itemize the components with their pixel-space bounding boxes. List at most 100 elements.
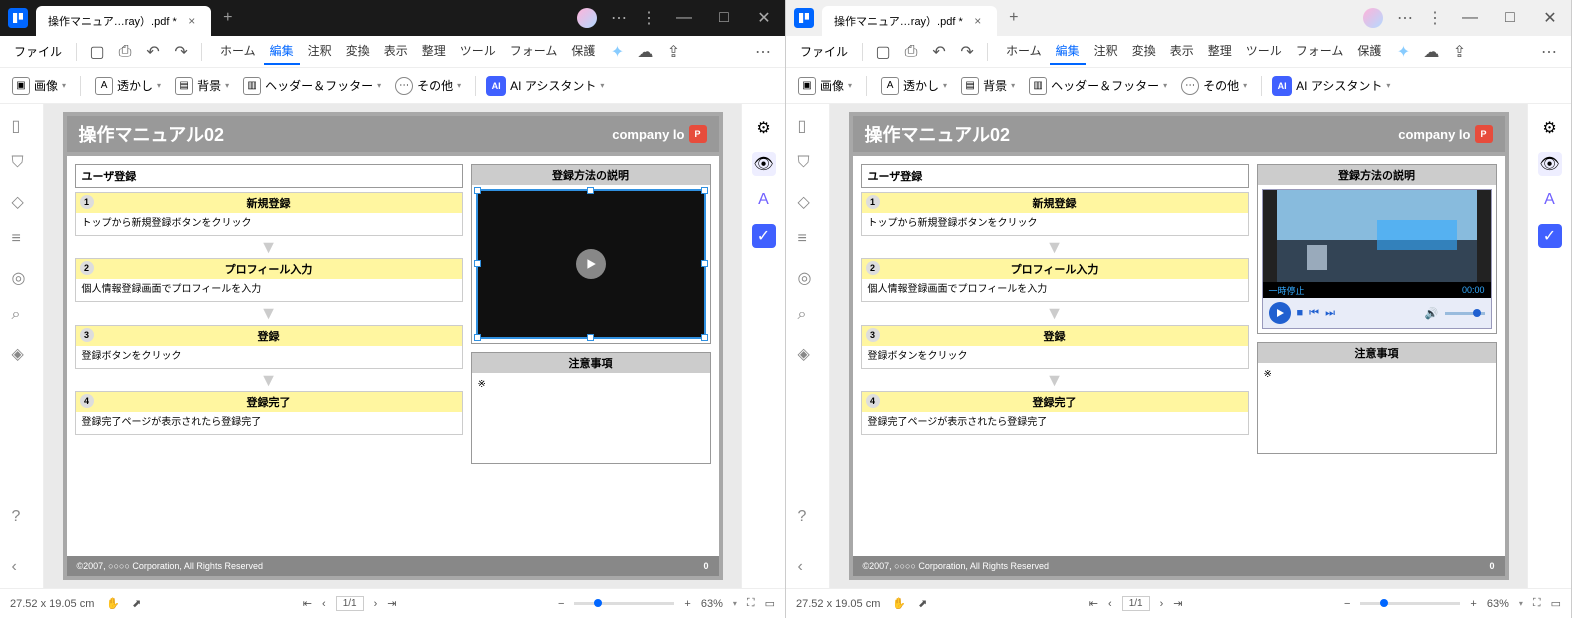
zoom-in-icon[interactable]: +	[684, 598, 690, 610]
ai-assistant-button[interactable]: AIAI アシスタント▾	[486, 76, 604, 96]
tab-edit[interactable]: 編集	[264, 38, 300, 65]
menu-overflow-icon[interactable]: ⋯	[1535, 42, 1563, 62]
watermark-tool[interactable]: A透かし▾	[877, 73, 951, 99]
close-tab-icon[interactable]: ×	[185, 14, 199, 28]
ai-assistant-button[interactable]: AIAI アシスタント▾	[1272, 76, 1390, 96]
attachment-icon[interactable]: ◎	[798, 268, 818, 288]
video-object-selected[interactable]	[476, 189, 706, 339]
close-button[interactable]: ✕	[751, 5, 777, 31]
zoom-out-icon[interactable]: −	[1344, 598, 1350, 610]
document-tab[interactable]: 操作マニュア…ray）.pdf * ×	[822, 6, 997, 36]
chat-icon[interactable]: 👁	[752, 152, 776, 176]
thumbnails-icon[interactable]: ▯	[798, 116, 818, 136]
tab-organize[interactable]: 整理	[1202, 38, 1238, 65]
select-tool-icon[interactable]: ⬈	[918, 597, 927, 610]
list-icon[interactable]: ≡	[798, 230, 818, 250]
a-icon[interactable]: A	[1538, 188, 1562, 212]
close-tab-icon[interactable]: ×	[971, 14, 985, 28]
window-menu-icon[interactable]: ⋯	[611, 8, 627, 28]
image-tool[interactable]: ▣画像▾	[8, 73, 70, 99]
menu-file[interactable]: ファイル	[8, 39, 68, 64]
tab-convert[interactable]: 変換	[340, 38, 376, 65]
minimize-button[interactable]: —	[1457, 5, 1483, 31]
bulb-icon[interactable]: ✦	[605, 40, 629, 64]
collapse-icon[interactable]: ‹	[798, 558, 818, 578]
zoom-slider[interactable]	[574, 602, 674, 605]
properties-icon[interactable]: ⚙	[752, 116, 776, 140]
minimize-button[interactable]: —	[671, 5, 697, 31]
new-tab-button[interactable]: +	[1001, 5, 1027, 31]
layers-icon[interactable]: ◈	[798, 344, 818, 364]
stop-button[interactable]: ■	[1297, 307, 1304, 319]
background-tool[interactable]: ▤背景▾	[957, 73, 1019, 99]
select-tool-icon[interactable]: ⬈	[132, 597, 141, 610]
fit-icon[interactable]: ⛶	[747, 597, 755, 610]
volume-slider[interactable]	[1445, 312, 1485, 315]
cloud-icon[interactable]: ☁	[633, 40, 657, 64]
comment-icon[interactable]: ◇	[798, 192, 818, 212]
help-icon[interactable]: ?	[12, 508, 32, 528]
bookmark-icon[interactable]: ⛉	[12, 154, 32, 174]
maximize-button[interactable]: □	[711, 5, 737, 31]
zoom-out-icon[interactable]: −	[558, 598, 564, 610]
play-button[interactable]	[1269, 302, 1291, 324]
list-icon[interactable]: ≡	[12, 230, 32, 250]
tab-annotate[interactable]: 注釈	[1088, 38, 1124, 65]
window-more-icon[interactable]: ⋮	[641, 8, 657, 28]
maximize-button[interactable]: □	[1497, 5, 1523, 31]
tab-tools[interactable]: ツール	[454, 38, 502, 65]
open-icon[interactable]: ▢	[871, 40, 895, 64]
zoom-in-icon[interactable]: +	[1470, 598, 1476, 610]
video-player[interactable]: 一時停止00:00 ■ ⏮ ⏭ 🔊	[1262, 189, 1492, 329]
tab-home[interactable]: ホーム	[214, 38, 262, 65]
menu-file[interactable]: ファイル	[794, 39, 854, 64]
comment-icon[interactable]: ◇	[12, 192, 32, 212]
help-icon[interactable]: ?	[798, 508, 818, 528]
tab-tools[interactable]: ツール	[1240, 38, 1288, 65]
tab-view[interactable]: 表示	[378, 38, 414, 65]
zoom-slider[interactable]	[1360, 602, 1460, 605]
a-icon[interactable]: A	[752, 188, 776, 212]
redo-icon[interactable]: ↷	[955, 40, 979, 64]
menu-overflow-icon[interactable]: ⋯	[749, 42, 777, 62]
window-menu-icon[interactable]: ⋯	[1397, 8, 1413, 28]
avatar[interactable]	[1363, 8, 1383, 28]
tab-view[interactable]: 表示	[1164, 38, 1200, 65]
redo-icon[interactable]: ↷	[169, 40, 193, 64]
undo-icon[interactable]: ↶	[141, 40, 165, 64]
layers-icon[interactable]: ◈	[12, 344, 32, 364]
headerfooter-tool[interactable]: ▥ヘッダー＆フッター▾	[1025, 73, 1171, 99]
avatar[interactable]	[577, 8, 597, 28]
fit-icon[interactable]: ⛶	[1533, 597, 1541, 610]
prev-page-icon[interactable]: ‹	[1108, 598, 1112, 610]
tab-edit[interactable]: 編集	[1050, 38, 1086, 65]
document-canvas[interactable]: 操作マニュアル02company loP ユーザ登録 1新規登録トップから新規登…	[830, 104, 1527, 588]
watermark-tool[interactable]: A透かし▾	[91, 73, 165, 99]
check-icon[interactable]: ✓	[752, 224, 776, 248]
tab-home[interactable]: ホーム	[1000, 38, 1048, 65]
volume-icon[interactable]: 🔊	[1425, 307, 1439, 320]
hand-tool-icon[interactable]: ✋	[892, 597, 906, 610]
tab-form[interactable]: フォーム	[1290, 38, 1350, 65]
headerfooter-tool[interactable]: ▥ヘッダー＆フッター▾	[239, 73, 385, 99]
search-icon[interactable]: ⌕	[798, 306, 818, 326]
new-tab-button[interactable]: +	[215, 5, 241, 31]
collapse-icon[interactable]: ‹	[12, 558, 32, 578]
image-tool[interactable]: ▣画像▾	[794, 73, 856, 99]
search-icon[interactable]: ⌕	[12, 306, 32, 326]
next-button[interactable]: ⏭	[1325, 307, 1335, 320]
prev-page-icon[interactable]: ‹	[322, 598, 326, 610]
print-icon[interactable]: ⎙	[113, 40, 137, 64]
tab-protect[interactable]: 保護	[565, 38, 601, 65]
hand-tool-icon[interactable]: ✋	[106, 597, 120, 610]
next-page-icon[interactable]: ›	[374, 598, 378, 610]
prev-button[interactable]: ⏮	[1309, 307, 1319, 320]
properties-icon[interactable]: ⚙	[1538, 116, 1562, 140]
next-page-icon[interactable]: ›	[1160, 598, 1164, 610]
thumbnails-icon[interactable]: ▯	[12, 116, 32, 136]
first-page-icon[interactable]: ⇤	[303, 597, 312, 610]
background-tool[interactable]: ▤背景▾	[171, 73, 233, 99]
other-tool[interactable]: ⋯その他▾	[391, 73, 465, 99]
first-page-icon[interactable]: ⇤	[1089, 597, 1098, 610]
read-mode-icon[interactable]: ▭	[1551, 597, 1561, 610]
